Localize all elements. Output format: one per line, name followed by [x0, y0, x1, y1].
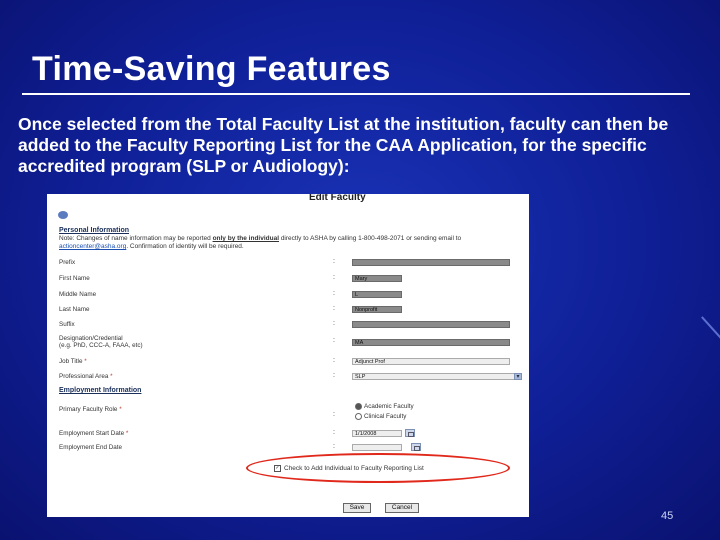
employment-info-section-title: Employment Information [59, 387, 142, 394]
prefix-field[interactable] [352, 259, 510, 266]
designation-field[interactable]: MA [352, 339, 510, 346]
radio-unselected-icon [355, 413, 362, 420]
required-mark: * [119, 406, 122, 413]
designation-hint: (e.g. PhD, CCC-A, FAAA, etc) [59, 342, 143, 349]
suffix-label: Suffix [59, 321, 75, 328]
colon: : [333, 429, 335, 436]
middle-name-label: Middle Name [59, 291, 97, 298]
professional-area-select[interactable]: SLP [352, 373, 518, 380]
calendar-icon[interactable] [405, 429, 415, 437]
required-mark: * [84, 358, 87, 365]
job-title-label-text: Job Title [59, 358, 83, 365]
asha-logo-icon [58, 211, 68, 219]
calendar-icon[interactable] [411, 443, 421, 451]
page-number: 45 [661, 510, 674, 522]
designation-label: Designation/Credential [59, 335, 123, 342]
last-name-field[interactable]: Nonprofit [352, 306, 402, 313]
end-date-label: Employment End Date [59, 444, 122, 451]
note-text-end: . Confirmation of identity will be requi… [126, 243, 244, 250]
primary-role-label-text: Primary Faculty Role [59, 406, 118, 413]
first-name-label: First Name [59, 275, 90, 282]
note-bold-text: only by the individual [212, 235, 280, 242]
highlight-ellipse [246, 453, 510, 483]
title-underline [22, 93, 690, 95]
colon: : [333, 290, 335, 297]
start-date-label: Employment Start Date * [59, 430, 128, 437]
colon: : [333, 411, 335, 418]
role-option-clinical[interactable]: Clinical Faculty [355, 413, 406, 420]
start-date-label-text: Employment Start Date [59, 430, 125, 437]
primary-role-label: Primary Faculty Role * [59, 406, 122, 413]
colon: : [333, 372, 335, 379]
email-link[interactable]: actioncenter@asha.org [59, 243, 126, 250]
colon: : [333, 258, 335, 265]
save-button[interactable]: Save [343, 503, 371, 513]
middle-name-field[interactable]: L [352, 291, 402, 298]
start-date-field[interactable]: 1/1/2008 [352, 430, 402, 437]
colon: : [333, 305, 335, 312]
colon: : [333, 320, 335, 327]
role-option-label: Clinical Faculty [364, 413, 407, 421]
colon: : [333, 357, 335, 364]
colon: : [333, 443, 335, 450]
job-title-field[interactable]: Adjunct Prof [352, 358, 510, 365]
prefix-label: Prefix [59, 259, 76, 266]
job-title-label: Job Title * [59, 358, 87, 365]
slide-intro-text: Once selected from the Total Faculty Lis… [18, 114, 669, 176]
required-mark: * [125, 430, 129, 437]
professional-area-label: Professional Area * [59, 373, 113, 380]
personal-info-section-title: Personal Information [59, 227, 130, 234]
required-mark: * [110, 373, 113, 380]
role-option-label: Academic Faculty [364, 403, 414, 411]
slide-title: Time-Saving Features [32, 50, 391, 88]
decorative-line [701, 316, 720, 340]
form-header: Edit Faculty [309, 194, 366, 203]
colon: : [333, 274, 335, 281]
role-option-academic[interactable]: Academic Faculty [355, 403, 414, 410]
professional-area-label-text: Professional Area [59, 373, 109, 380]
note-text-start: Note: Changes of name information may be… [59, 235, 213, 242]
last-name-label: Last Name [59, 306, 90, 313]
name-change-note: Note: Changes of name information may be… [59, 235, 523, 251]
suffix-field[interactable] [352, 321, 510, 328]
edit-faculty-screenshot: Edit Faculty Personal Information Note: … [47, 194, 529, 517]
note-text-middle: directly to ASHA by calling 1-800-498-20… [279, 235, 462, 242]
chevron-down-icon[interactable]: ▾ [514, 373, 522, 380]
radio-selected-icon [355, 403, 362, 410]
colon: : [333, 337, 335, 344]
cancel-button[interactable]: Cancel [385, 503, 419, 513]
end-date-field[interactable] [352, 444, 402, 451]
first-name-field[interactable]: Mary [352, 275, 402, 282]
